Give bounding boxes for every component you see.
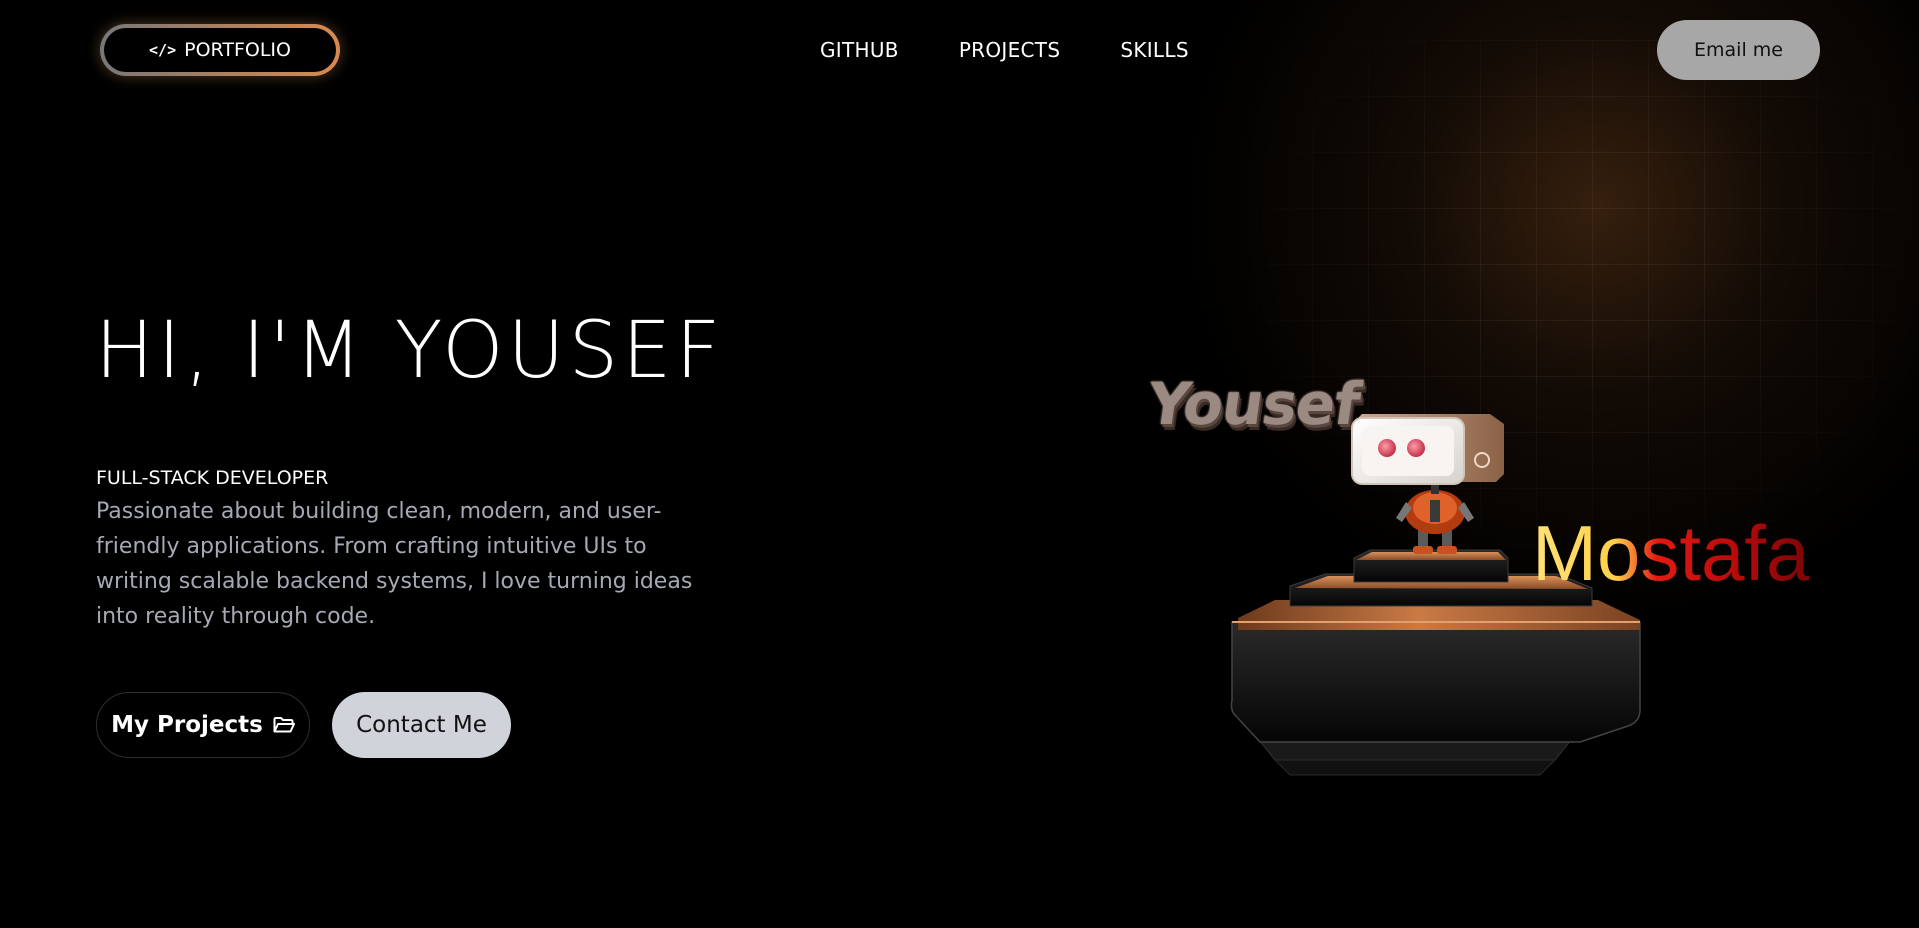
- contact-me-button[interactable]: Contact Me: [332, 692, 511, 758]
- logo-inner: </> PORTFOLIO: [104, 28, 336, 72]
- nav-link-github[interactable]: GITHUB: [820, 38, 899, 62]
- nav-link-projects[interactable]: PROJECTS: [959, 38, 1061, 62]
- my-projects-label: My Projects: [111, 712, 263, 738]
- robot-3d-scene[interactable]: Yousef Mostafa: [1100, 350, 1860, 810]
- nav-link-skills[interactable]: SKILLS: [1120, 38, 1189, 62]
- my-projects-button[interactable]: My Projects: [96, 692, 310, 758]
- hero-description: Passionate about building clean, modern,…: [96, 499, 693, 629]
- folder-icon: [273, 717, 295, 733]
- hero-title: HI, I'M YOUSEF: [95, 306, 725, 396]
- code-icon: </>: [149, 41, 177, 59]
- role-subtitle: FULL-STACK DEVELOPER: [96, 467, 329, 489]
- main-nav: GITHUB PROJECTS SKILLS: [820, 38, 1189, 62]
- portfolio-logo-button[interactable]: </> PORTFOLIO: [100, 24, 340, 76]
- logo-label: PORTFOLIO: [184, 39, 291, 61]
- email-me-button[interactable]: Email me: [1657, 20, 1820, 80]
- scene-name-mostafa: Mostafa: [1532, 509, 1810, 597]
